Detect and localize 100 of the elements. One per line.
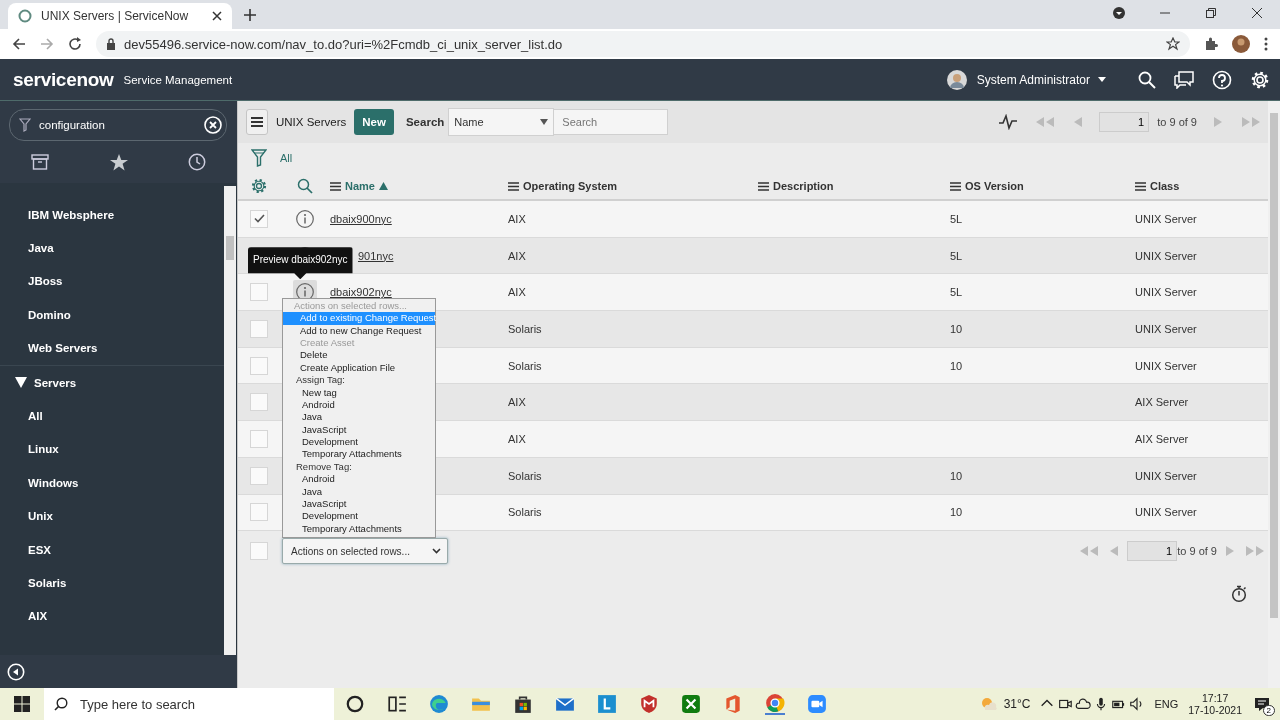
profile-icon[interactable] — [1113, 7, 1125, 19]
filter-field[interactable]: configuration — [37, 118, 198, 132]
office-icon[interactable] — [723, 694, 743, 714]
taskbar-search-field[interactable]: Type here to search — [78, 695, 302, 713]
avatar-icon[interactable] — [1232, 35, 1250, 53]
column-header[interactable]: OS Version — [965, 180, 1024, 192]
shield-icon[interactable] — [639, 694, 659, 714]
nav-item[interactable]: IBM Websphere — [0, 198, 224, 232]
actions-dropdown[interactable]: Actions on selected rows... — [282, 538, 448, 565]
game-icon[interactable] — [681, 694, 701, 714]
menu-item[interactable]: Java — [283, 485, 435, 498]
column-header[interactable]: Operating System — [523, 180, 618, 192]
nav-item[interactable]: JBoss — [0, 264, 224, 299]
record-link[interactable]: dbaix902nyc — [330, 286, 392, 299]
menu-item[interactable]: Java — [283, 411, 435, 424]
new-button[interactable]: New — [354, 109, 394, 135]
menu-item[interactable]: JavaScript — [283, 423, 435, 437]
browser-tab[interactable]: UNIX Servers | ServiceNow — [8, 3, 232, 29]
nav-item[interactable]: Windows — [0, 466, 224, 500]
app-tile-icon[interactable] — [597, 694, 617, 714]
collapse-icon[interactable] — [7, 662, 25, 681]
menu-item[interactable]: Android — [283, 473, 435, 486]
nav-item[interactable]: ESX — [0, 532, 224, 567]
record-link[interactable]: 901nyc — [358, 249, 394, 262]
menu-item[interactable]: Delete — [283, 349, 435, 362]
logo[interactable]: servicenow — [13, 68, 114, 91]
nav-item[interactable]: Java — [0, 231, 224, 265]
nav-item[interactable]: Domino — [0, 298, 224, 332]
filter-box[interactable]: configuration — [9, 109, 227, 141]
edge-browser-icon[interactable] — [429, 694, 449, 714]
new-tab-icon[interactable] — [244, 9, 256, 21]
nav-item[interactable]: Linux — [0, 432, 224, 467]
video-camera-icon[interactable] — [807, 694, 827, 714]
nav-item[interactable]: Web Servers — [0, 331, 224, 365]
chrome-browser-icon[interactable] — [765, 693, 785, 715]
clock-time[interactable]: 17:17 — [1202, 692, 1229, 704]
menu-item[interactable]: Add to new Change Request — [283, 324, 435, 337]
reload-icon[interactable] — [68, 37, 82, 51]
search-field[interactable]: Search — [553, 109, 669, 135]
close-icon[interactable] — [212, 11, 222, 21]
avatar-icon[interactable] — [946, 69, 967, 90]
store-bag-icon[interactable] — [513, 694, 533, 714]
menu-item[interactable]: Temporary Attachments — [283, 522, 435, 536]
column-header[interactable]: Class — [1150, 180, 1180, 192]
checkbox[interactable] — [250, 393, 268, 412]
chat-icon[interactable] — [1174, 70, 1194, 89]
puzzle-icon[interactable] — [1204, 37, 1218, 51]
checkbox[interactable] — [250, 209, 268, 228]
column-menu-icon[interactable] — [950, 181, 961, 191]
address-bar[interactable]: dev55496.service-now.com/nav_to.do?uri=%2Fcmdb_ci_unix_server_list.do — [96, 31, 1190, 57]
checkbox[interactable] — [250, 503, 268, 522]
taskbar-search-box[interactable]: Type here to search — [44, 688, 334, 720]
checkbox[interactable] — [250, 319, 268, 338]
page-field[interactable]: 1 — [1099, 112, 1150, 132]
back-icon[interactable] — [12, 37, 26, 51]
nav-item[interactable]: All — [0, 399, 224, 433]
filter-icon[interactable] — [251, 149, 267, 167]
menu-item[interactable]: Development — [283, 436, 435, 449]
checkbox[interactable] — [250, 429, 268, 448]
checkbox[interactable] — [250, 542, 268, 561]
activity-icon[interactable] — [999, 114, 1018, 130]
checkbox[interactable] — [250, 466, 268, 485]
clear-icon[interactable] — [204, 116, 222, 134]
cortana-icon[interactable] — [345, 694, 365, 714]
search-icon[interactable] — [1138, 70, 1156, 89]
menu-icon[interactable] — [1264, 37, 1268, 51]
menu-item[interactable]: New tag — [283, 386, 435, 399]
checkbox[interactable] — [250, 356, 268, 375]
stopwatch-icon[interactable] — [1231, 585, 1247, 604]
menu-item[interactable]: Android — [283, 398, 435, 412]
column-menu-icon[interactable] — [330, 181, 341, 191]
settings-icon[interactable] — [1250, 69, 1270, 90]
help-icon[interactable] — [1212, 69, 1232, 90]
search-icon[interactable] — [297, 178, 313, 194]
cloud-icon[interactable] — [1075, 696, 1092, 712]
page-field[interactable]: 1 — [1127, 541, 1178, 562]
search-field-select[interactable]: Name — [448, 108, 555, 136]
history-icon[interactable] — [188, 153, 206, 171]
column-header[interactable]: Description — [773, 180, 834, 192]
nav-item[interactable]: Unix — [0, 499, 224, 533]
list-menu-button[interactable] — [246, 109, 268, 135]
menu-item[interactable]: Create Application File — [283, 361, 435, 375]
column-header[interactable]: Name — [345, 180, 375, 192]
task-view-icon[interactable] — [387, 694, 407, 714]
clock-date[interactable]: 17-10-2021 — [1188, 704, 1242, 716]
menu-item[interactable]: JavaScript — [283, 498, 435, 511]
column-menu-icon[interactable] — [758, 181, 769, 191]
user-menu[interactable]: System Administrator — [976, 72, 1120, 87]
filter-breadcrumb[interactable]: All — [280, 152, 293, 164]
nav-item[interactable]: Solaris — [0, 566, 224, 600]
close-icon[interactable] — [1251, 7, 1263, 19]
column-menu-icon[interactable] — [508, 181, 519, 191]
column-menu-icon[interactable] — [1135, 181, 1146, 191]
maximize-icon[interactable] — [1205, 7, 1217, 19]
star-icon[interactable] — [1166, 37, 1180, 51]
record-link[interactable]: dbaix900nyc — [330, 212, 392, 225]
menu-item[interactable]: Temporary Attachments — [283, 448, 435, 461]
settings-icon[interactable] — [251, 178, 267, 194]
menu-item[interactable]: Development — [283, 510, 435, 523]
nav-item[interactable]: AIX — [0, 599, 224, 634]
